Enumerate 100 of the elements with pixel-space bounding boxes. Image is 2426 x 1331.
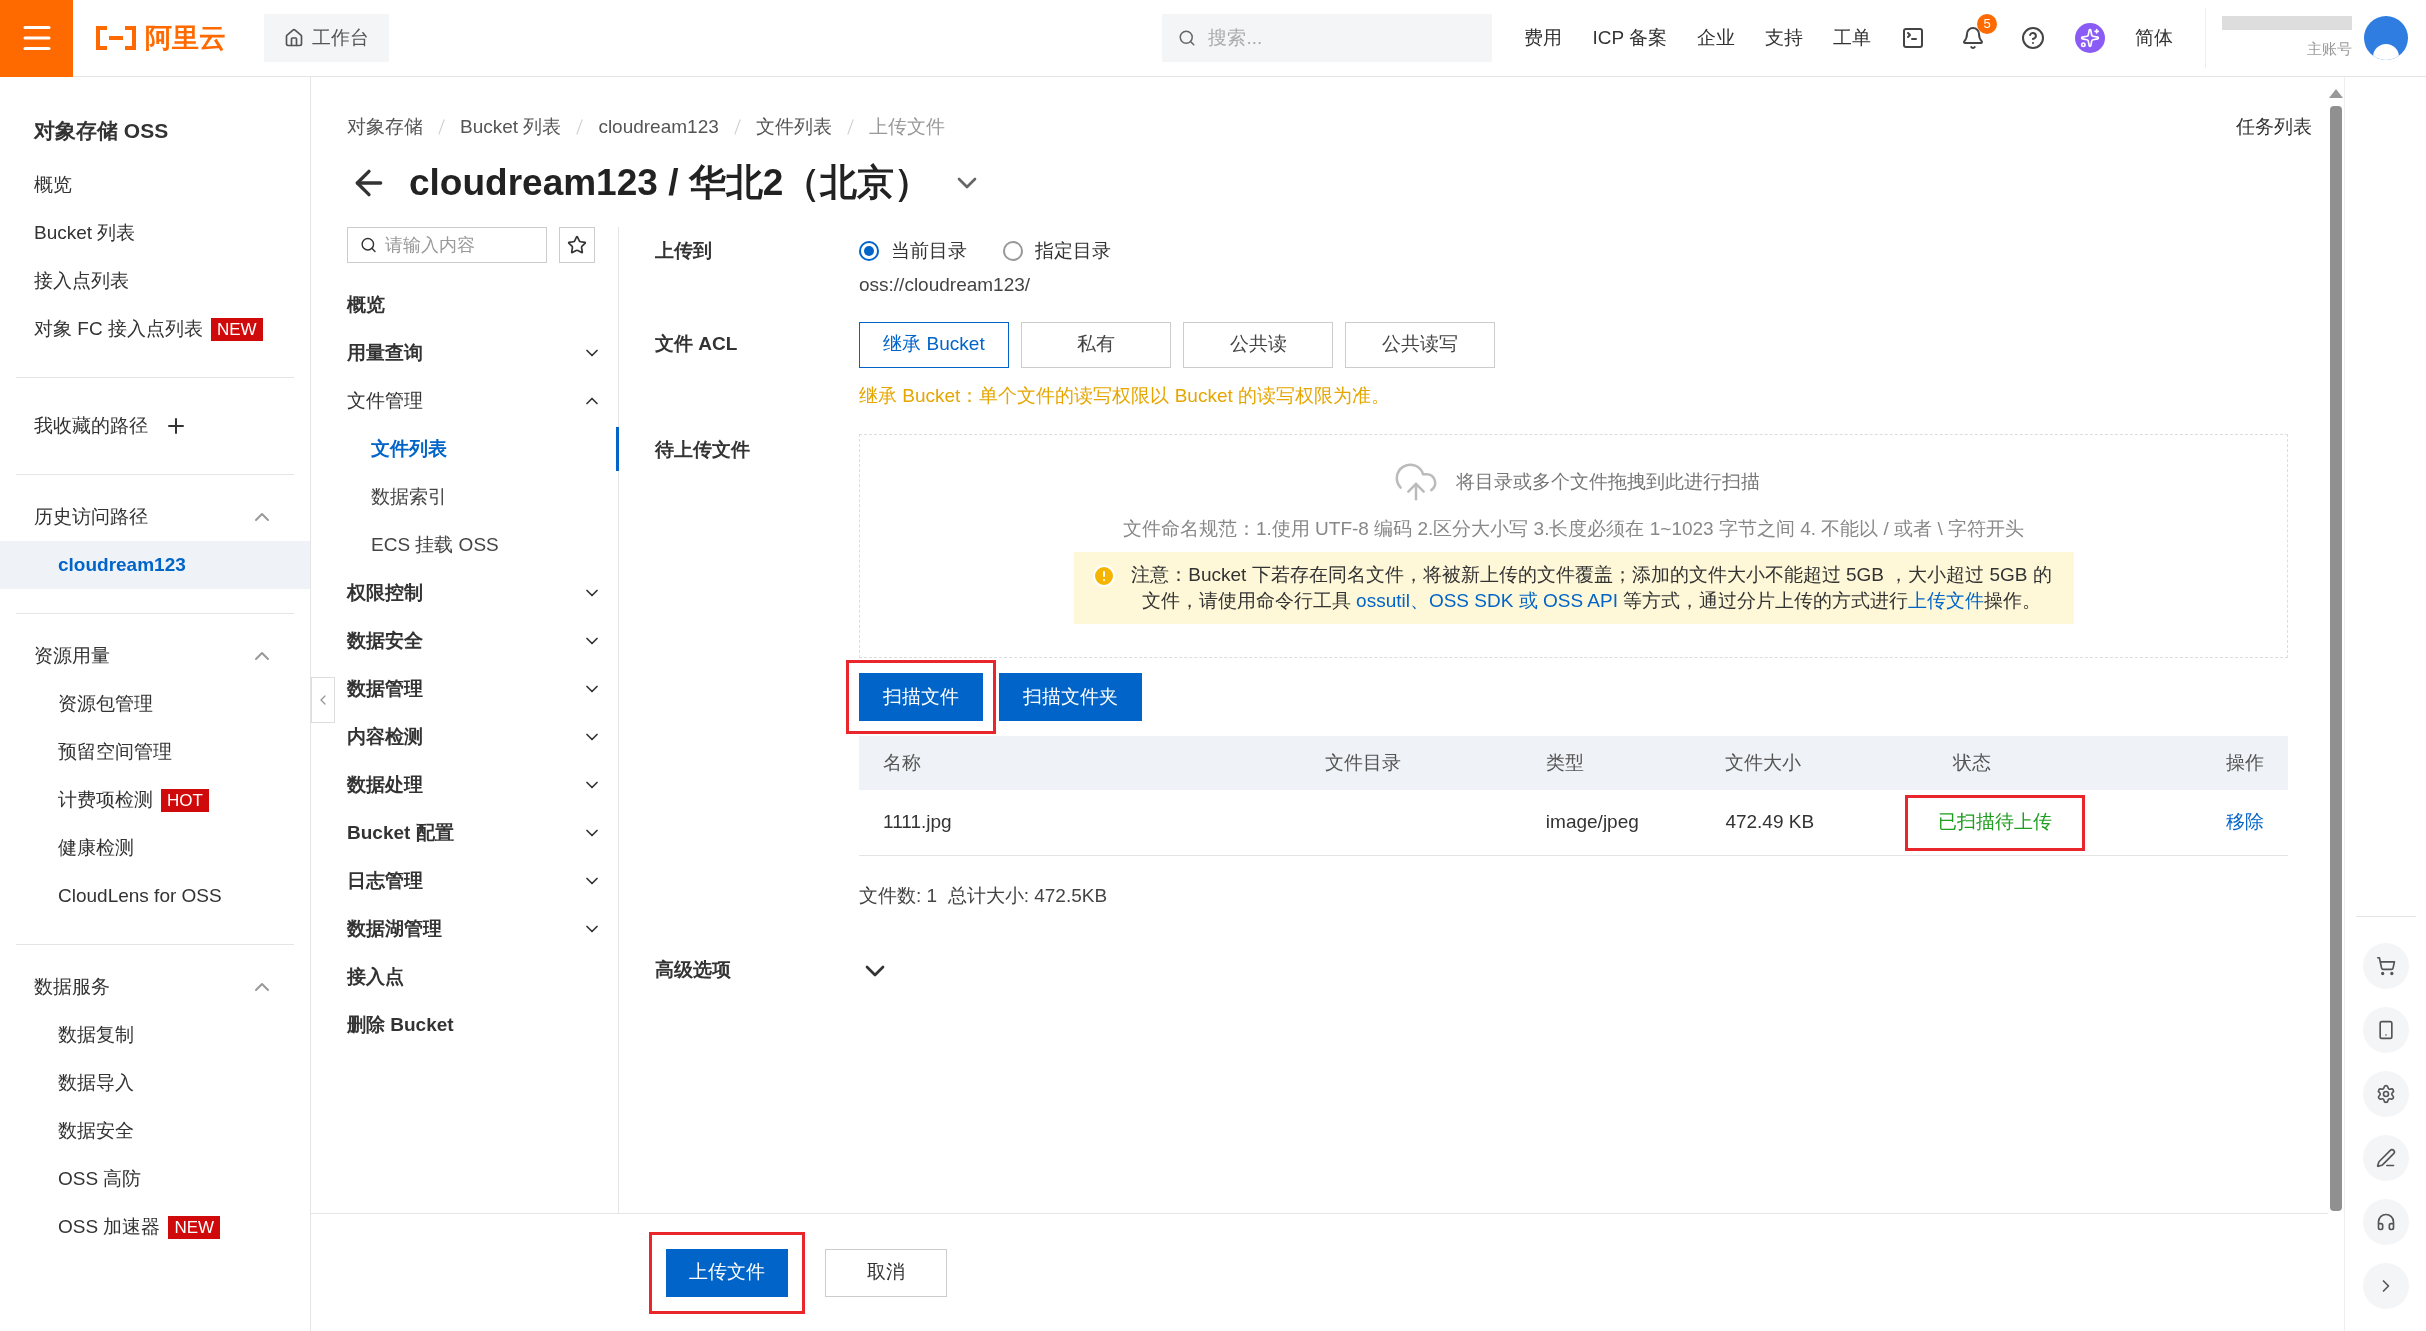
sidebar-item[interactable]: 数据安全 (0, 1107, 310, 1155)
notice-link[interactable]: ossutil、OSS SDK 或 OSS API (1356, 589, 1618, 611)
nav-subitem[interactable]: ECS 挂载 OSS (347, 521, 602, 569)
round-icon-button[interactable] (2362, 1199, 2409, 1245)
section-header[interactable]: 数据服务 (0, 963, 310, 1011)
breadcrumb-link[interactable]: 文件列表 (755, 112, 832, 142)
scroll-up-icon[interactable] (2329, 89, 2343, 98)
nav-subitem[interactable]: 文件列表 (347, 425, 602, 473)
radio-option[interactable]: 指定目录 (1003, 236, 1111, 266)
tag-badge: NEW (168, 1215, 221, 1239)
workbench-button[interactable]: 工作台 (264, 14, 389, 62)
sidebar-item[interactable]: OSS 高防 (0, 1155, 310, 1203)
menu-button[interactable] (0, 0, 73, 77)
breadcrumb-link[interactable]: 对象存储 (347, 112, 423, 142)
headset-icon[interactable] (2375, 1212, 2396, 1232)
acl-option-button[interactable]: 私有 (1021, 321, 1171, 368)
upload-path: oss://cloudream123/ (859, 273, 1032, 297)
nav-item[interactable]: 数据管理 (347, 665, 602, 713)
nav-item[interactable]: 接入点 (347, 953, 602, 1001)
nav-link[interactable]: 费用 (1524, 23, 1563, 53)
breadcrumb-link[interactable]: Bucket 列表 (460, 112, 562, 142)
search-icon (1178, 28, 1197, 48)
sidebar-item[interactable]: 概览 (0, 161, 310, 209)
nav-item[interactable]: 文件管理 (347, 377, 602, 425)
section-header[interactable]: 资源用量 (0, 632, 310, 680)
radio-option[interactable]: 当前目录 (859, 236, 967, 266)
page-title: cloudream123 / 华北2（北京） (409, 161, 932, 206)
nav-item[interactable]: 权限控制 (347, 569, 602, 617)
round-icon-button[interactable] (2362, 1071, 2409, 1117)
field-label: 高级选项 (655, 958, 732, 983)
acl-option-button[interactable]: 继承 Bucket (859, 321, 1009, 368)
upload-button[interactable]: 上传文件 (666, 1248, 788, 1297)
nav-link[interactable]: 工单 (1833, 23, 1871, 53)
nav-subitem[interactable]: 数据索引 (347, 473, 602, 521)
nav-item[interactable]: 数据湖管理 (347, 905, 602, 953)
section-header[interactable]: 历史访问路径 (0, 493, 310, 541)
radio-icon[interactable] (859, 241, 879, 261)
acl-option-button[interactable]: 公共读写 (1345, 321, 1495, 368)
cancel-button[interactable]: 取消 (825, 1248, 947, 1297)
favorites-item[interactable]: 我收藏的路径 (0, 378, 310, 474)
sidebar-item[interactable]: 对象 FC 接入点列表 NEW (0, 305, 310, 353)
nav-link[interactable]: 支持 (1765, 23, 1803, 53)
notice-link[interactable]: 上传文件 (1908, 589, 1985, 611)
nav-item[interactable]: 删除 Bucket (347, 1001, 602, 1049)
scan-button[interactable]: 扫描文件 (859, 673, 983, 721)
field-label: 待上传文件 (655, 437, 751, 462)
nav-search-field[interactable]: 请输入内容 (347, 227, 547, 263)
remove-link[interactable]: 移除 (2225, 811, 2264, 833)
language-link[interactable]: 简体 (2135, 23, 2173, 53)
pen-icon[interactable] (2375, 1148, 2396, 1168)
nav-link[interactable]: 企业 (1697, 23, 1735, 53)
nav-item[interactable]: 内容检测 (347, 713, 602, 761)
cart-icon[interactable] (2375, 956, 2396, 976)
sparkle-icon (2080, 28, 2100, 48)
sidebar-item[interactable]: OSS 加速器 NEW (0, 1203, 310, 1251)
nav-search-input[interactable]: 请输入内容 (385, 231, 534, 259)
sidebar-item[interactable]: 资源包管理 (0, 680, 310, 728)
sidebar-item[interactable]: 预留空间管理 (0, 728, 310, 776)
sidebar-item[interactable]: Bucket 列表 (0, 209, 310, 257)
task-list-link[interactable]: 任务列表 (2236, 112, 2312, 142)
help-icon[interactable] (2021, 26, 2045, 50)
assistant-icon[interactable] (2075, 23, 2105, 53)
avatar-icon[interactable] (2364, 16, 2408, 60)
favorite-star-button[interactable] (559, 227, 595, 263)
drop-zone[interactable] (859, 434, 2288, 658)
radio-icon[interactable] (1003, 241, 1023, 261)
acl-option-button[interactable]: 公共读 (1183, 321, 1333, 368)
sidebar-item[interactable]: 数据复制 (0, 1011, 310, 1059)
settings-icon[interactable] (2375, 1084, 2396, 1104)
search-input[interactable]: 搜索... (1208, 23, 1477, 53)
search-icon (360, 235, 378, 255)
bell-icon[interactable] (1961, 26, 1985, 50)
sidebar-item[interactable]: 接入点列表 (0, 257, 310, 305)
nav-item[interactable]: 概览 (347, 281, 602, 329)
star-icon[interactable] (567, 235, 587, 255)
sidebar-item[interactable]: 计费项检测 HOT (0, 776, 310, 824)
sidebar-item[interactable]: cloudream123 (0, 541, 310, 589)
nav-item[interactable]: Bucket 配置 (347, 809, 602, 857)
search-field[interactable]: 搜索... (1162, 14, 1493, 62)
nav-item[interactable]: 日志管理 (347, 857, 602, 905)
scan-button[interactable]: 扫描文件夹 (999, 673, 1142, 721)
terminal-icon[interactable] (1901, 26, 1925, 50)
nav-item[interactable]: 用量查询 (347, 329, 602, 377)
nav-link[interactable]: ICP 备案 (1592, 23, 1667, 53)
nav-item[interactable]: 数据处理 (347, 761, 602, 809)
table-cell-text: 1111.jpg (883, 810, 953, 835)
notice-text: 注意：Bucket 下若存在同名文件，将被新上传的文件覆盖；添加的文件大小不能超过 5GB ，大小超过 5GB 的文件，请使用命令行工具 ossutil、OSS SDK 或 OSS API 等方式，通过分片上传的方式进行上传文件操作。 (1130, 562, 2053, 613)
table-summary: 文件数: 1 总计大小: 472.5KB (859, 884, 1109, 908)
sidebar-item[interactable]: 数据导入 (0, 1059, 310, 1107)
round-icon-button[interactable] (2362, 1135, 2409, 1181)
column-header: 类型 (1545, 750, 1585, 775)
scrollbar-thumb[interactable] (2330, 106, 2342, 1211)
sidebar-item[interactable]: 健康检测 (0, 824, 310, 872)
sidebar-item[interactable]: CloudLens for OSS (0, 872, 310, 920)
round-icon-button[interactable] (2362, 943, 2409, 989)
breadcrumb-link[interactable]: cloudream123 (598, 112, 719, 142)
notification-count: 5 (1977, 14, 1997, 34)
round-icon-button[interactable] (2362, 1007, 2409, 1053)
nav-item[interactable]: 数据安全 (347, 617, 602, 665)
sidebar-title: 对象存储 OSS (32, 118, 170, 145)
